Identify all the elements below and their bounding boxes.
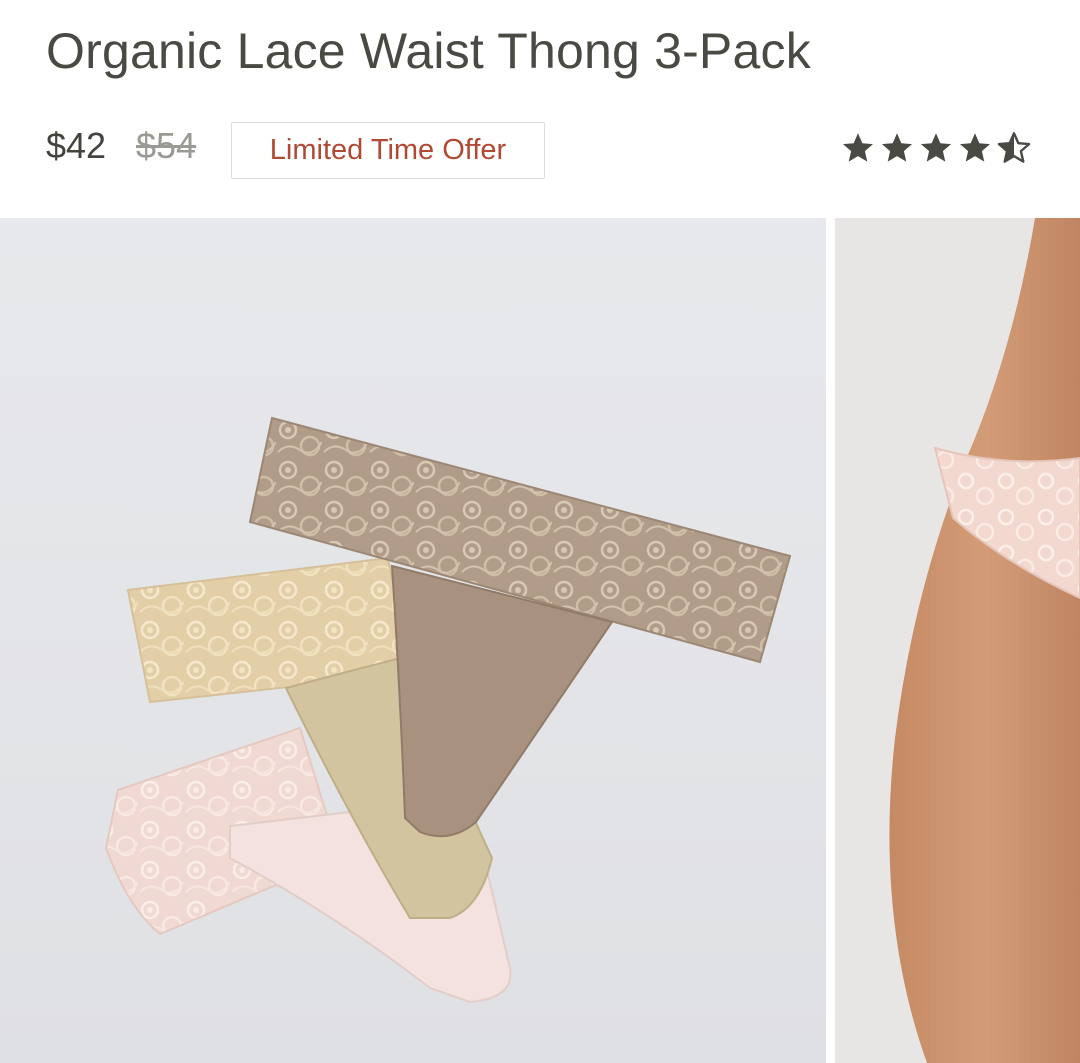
limited-offer-label: Limited Time Offer bbox=[269, 134, 507, 166]
star-icon bbox=[840, 130, 876, 166]
sale-price: $42 bbox=[46, 125, 107, 166]
product-image-model[interactable] bbox=[835, 218, 1080, 1063]
product-image-flatlay[interactable] bbox=[0, 218, 826, 1063]
original-price: $54 bbox=[136, 125, 197, 166]
star-icon bbox=[957, 130, 993, 166]
star-rating[interactable] bbox=[840, 130, 1032, 166]
half-star-icon bbox=[996, 130, 1032, 166]
product-image-gallery[interactable] bbox=[0, 218, 1080, 1063]
limited-offer-badge: Limited Time Offer bbox=[231, 122, 545, 179]
product-title: Organic Lace Waist Thong 3-Pack bbox=[46, 23, 811, 79]
star-icon bbox=[918, 130, 954, 166]
star-icon bbox=[879, 130, 915, 166]
